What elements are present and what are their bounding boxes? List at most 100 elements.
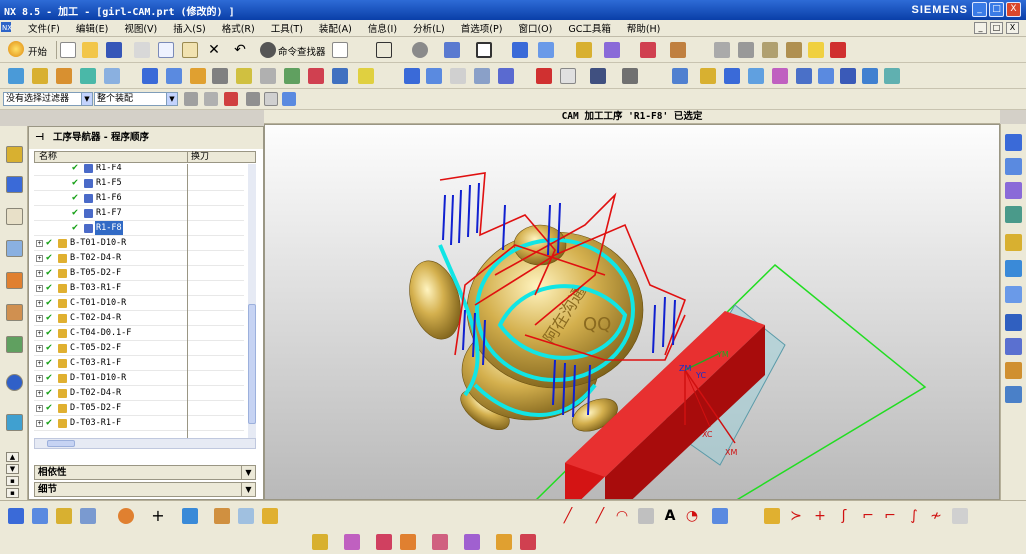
- selection-filter-dropdown[interactable]: 没有选择过滤器 ▼: [3, 92, 93, 106]
- cut-icon[interactable]: [134, 42, 150, 58]
- assembly-scope-dropdown[interactable]: 整个装配 ▼: [94, 92, 178, 106]
- table-row[interactable]: + ✔ B-T02-D4-R: [34, 251, 244, 266]
- cam-bottom-icon-4[interactable]: [400, 534, 416, 550]
- non-cutting-icon[interactable]: [426, 68, 442, 84]
- offset-curve-icon[interactable]: [712, 508, 728, 524]
- undo-icon[interactable]: ↶: [232, 42, 248, 58]
- menu-edit[interactable]: 编辑(E): [68, 21, 116, 35]
- cam-op-icon-9[interactable]: [862, 68, 878, 84]
- cam-op-icon-1[interactable]: [672, 68, 688, 84]
- table-row[interactable]: + ✔ D-T03-R1-F: [34, 416, 244, 431]
- output-cls-icon[interactable]: [498, 68, 514, 84]
- object-select-icon[interactable]: [560, 68, 576, 84]
- trim-icon[interactable]: ≻: [788, 508, 804, 524]
- list-object-icon[interactable]: [80, 508, 96, 524]
- expand-icon[interactable]: +: [36, 285, 43, 292]
- right-tool-info-icon[interactable]: [1005, 338, 1022, 355]
- cam-bottom-icon-8[interactable]: [520, 534, 536, 550]
- cam-op-icon-5[interactable]: [772, 68, 788, 84]
- right-tool-verify-icon[interactable]: [1005, 134, 1022, 151]
- object-info-icon[interactable]: [56, 508, 72, 524]
- create-tool-icon[interactable]: [32, 68, 48, 84]
- tree-vertical-scrollbar[interactable]: [248, 164, 256, 438]
- arc-icon[interactable]: ◠: [614, 508, 630, 524]
- table-row[interactable]: + ✔ B-T05-D2-F: [34, 266, 244, 281]
- simulate-machine-icon[interactable]: [308, 68, 324, 84]
- face-filter-icon[interactable]: [282, 92, 296, 106]
- menu-window[interactable]: 窗口(O): [510, 21, 560, 35]
- command-finder-button[interactable]: 命令查找器: [278, 44, 326, 58]
- generate-toolpath-icon[interactable]: [236, 68, 252, 84]
- feature-filter-icon[interactable]: [246, 92, 260, 106]
- column-name[interactable]: 名称: [39, 152, 57, 162]
- background-icon[interactable]: [476, 42, 492, 58]
- add-point-icon[interactable]: +: [150, 508, 166, 524]
- cam-op-icon-4[interactable]: [748, 68, 764, 84]
- create-operation-icon[interactable]: [104, 68, 120, 84]
- object-edit-icon[interactable]: [622, 68, 638, 84]
- cam-bottom-icon-3[interactable]: [376, 534, 392, 550]
- expand-icon[interactable]: +: [36, 390, 43, 397]
- tool-hammer-icon[interactable]: [762, 42, 778, 58]
- table-row[interactable]: ✔ R1-F5: [34, 176, 244, 191]
- feeds-speeds-icon[interactable]: [450, 68, 466, 84]
- menu-help[interactable]: 帮助(H): [619, 21, 669, 35]
- table-row[interactable]: ✔ R1-F6: [34, 191, 244, 206]
- assembly-icon-1[interactable]: [714, 42, 730, 58]
- expand-icon[interactable]: +: [36, 240, 43, 247]
- rotate-view-icon[interactable]: [412, 42, 428, 58]
- expand-icon[interactable]: +: [36, 345, 43, 352]
- snap-icon[interactable]: [576, 42, 592, 58]
- table-row[interactable]: + ✔ C-T05-D2-F: [34, 341, 244, 356]
- cam-op-icon-2[interactable]: [700, 68, 716, 84]
- postprocess-icon[interactable]: [358, 68, 374, 84]
- color-palette-icon[interactable]: [118, 508, 134, 524]
- doc-minimize-button[interactable]: _: [974, 22, 987, 34]
- layer-icon[interactable]: [538, 42, 554, 58]
- tool-wrench-icon[interactable]: [786, 42, 802, 58]
- package-icon[interactable]: [808, 42, 824, 58]
- expand-icon[interactable]: +: [36, 300, 43, 307]
- machining-method-view-icon[interactable]: [212, 68, 228, 84]
- table-row[interactable]: + ✔ C-T01-D10-R: [34, 296, 244, 311]
- ruler-icon[interactable]: [670, 42, 686, 58]
- new-file-icon[interactable]: [60, 42, 76, 58]
- list-toolpath-icon[interactable]: [332, 68, 348, 84]
- palette-tab-icon[interactable]: [6, 336, 23, 353]
- operation-navigator-tab-icon[interactable]: [6, 146, 23, 163]
- menu-gc-toolbox[interactable]: GC工具箱: [560, 21, 619, 35]
- create-method-icon[interactable]: [80, 68, 96, 84]
- right-tool-report-icon[interactable]: [1005, 286, 1022, 303]
- open-folder-icon[interactable]: [82, 42, 98, 58]
- right-tool-tool-icon[interactable]: [1005, 234, 1022, 251]
- cam-bottom-icon-1[interactable]: [312, 534, 328, 550]
- bridge-curve-icon[interactable]: ʃ: [836, 508, 852, 524]
- right-tool-message-icon[interactable]: [1005, 260, 1022, 277]
- doc-close-button[interactable]: X: [1006, 22, 1019, 34]
- menu-preferences[interactable]: 首选项(P): [453, 21, 511, 35]
- paste-icon[interactable]: [182, 42, 198, 58]
- cam-op-icon-8[interactable]: [840, 68, 856, 84]
- start-icon[interactable]: [8, 41, 24, 57]
- machine-tool-view-icon[interactable]: [166, 68, 182, 84]
- expand-icon[interactable]: +: [36, 405, 43, 412]
- delete-icon[interactable]: ✕: [206, 42, 222, 58]
- right-tool-output-icon[interactable]: [1005, 314, 1022, 331]
- history-tab-icon[interactable]: [6, 414, 23, 431]
- doc-dropdown-icon[interactable]: [332, 42, 348, 58]
- create-program-icon[interactable]: [8, 68, 24, 84]
- cam-bottom-icon-2[interactable]: [344, 534, 360, 550]
- save-icon[interactable]: [106, 42, 122, 58]
- cam-op-icon-6[interactable]: [796, 68, 812, 84]
- column-tool-change[interactable]: 换刀: [187, 152, 209, 162]
- assembly-navigator-tab-icon[interactable]: [6, 240, 23, 257]
- table-row[interactable]: + ✔ D-T01-D10-R: [34, 371, 244, 386]
- point-snap-icon[interactable]: [224, 92, 238, 106]
- cam-bottom-icon-5[interactable]: [432, 534, 448, 550]
- right-tool-display-icon[interactable]: [1005, 182, 1022, 199]
- menu-tools[interactable]: 工具(T): [263, 21, 311, 35]
- selection-settings-icon[interactable]: [184, 92, 198, 106]
- create-geometry-icon[interactable]: [56, 68, 72, 84]
- expand-icon[interactable]: +: [36, 270, 43, 277]
- object-transform-icon[interactable]: [536, 68, 552, 84]
